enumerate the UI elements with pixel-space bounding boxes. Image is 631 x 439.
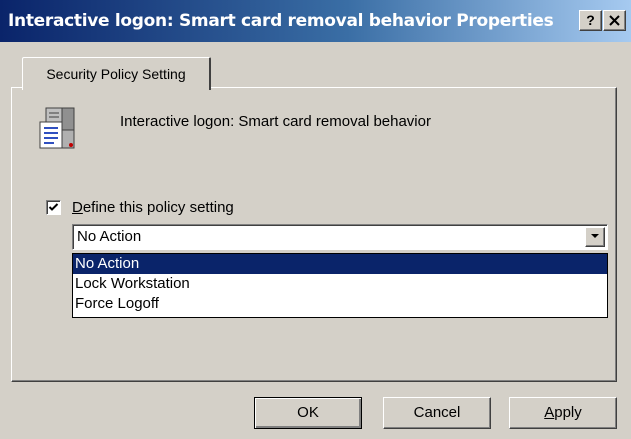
- option-no-action[interactable]: No Action: [73, 254, 607, 274]
- checkmark-icon: [48, 203, 59, 211]
- removal-behavior-combobox[interactable]: No Action: [72, 224, 608, 250]
- define-policy-checkbox[interactable]: [46, 200, 61, 215]
- close-icon: [609, 15, 620, 26]
- option-lock-workstation[interactable]: Lock Workstation: [73, 274, 607, 294]
- mnemonic-a: A: [544, 404, 555, 421]
- policy-server-icon: [39, 107, 75, 149]
- policy-name: Interactive logon: Smart card removal be…: [120, 113, 431, 130]
- title-bar[interactable]: Interactive logon: Smart card removal be…: [0, 0, 631, 42]
- ok-button[interactable]: OK: [254, 397, 362, 429]
- tab-security-policy-setting[interactable]: Security Policy Setting: [22, 57, 211, 90]
- cancel-button[interactable]: Cancel: [383, 397, 491, 429]
- chevron-down-icon: [591, 234, 599, 238]
- apply-button[interactable]: Apply: [509, 397, 617, 429]
- close-button[interactable]: [603, 10, 626, 31]
- option-force-logoff[interactable]: Force Logoff: [73, 294, 607, 314]
- mnemonic-d: D: [72, 199, 83, 216]
- dropdown-button[interactable]: [585, 227, 605, 247]
- define-policy-label[interactable]: Define this policy setting: [72, 199, 234, 216]
- dropdown-list[interactable]: No Action Lock Workstation Force Logoff: [72, 253, 608, 318]
- define-policy-label-rest: efine this policy setting: [82, 199, 234, 216]
- combobox-value: No Action: [77, 228, 142, 245]
- apply-label-rest: pply: [554, 404, 582, 421]
- help-button[interactable]: ?: [579, 10, 602, 31]
- window-title: Interactive logon: Smart card removal be…: [8, 11, 554, 31]
